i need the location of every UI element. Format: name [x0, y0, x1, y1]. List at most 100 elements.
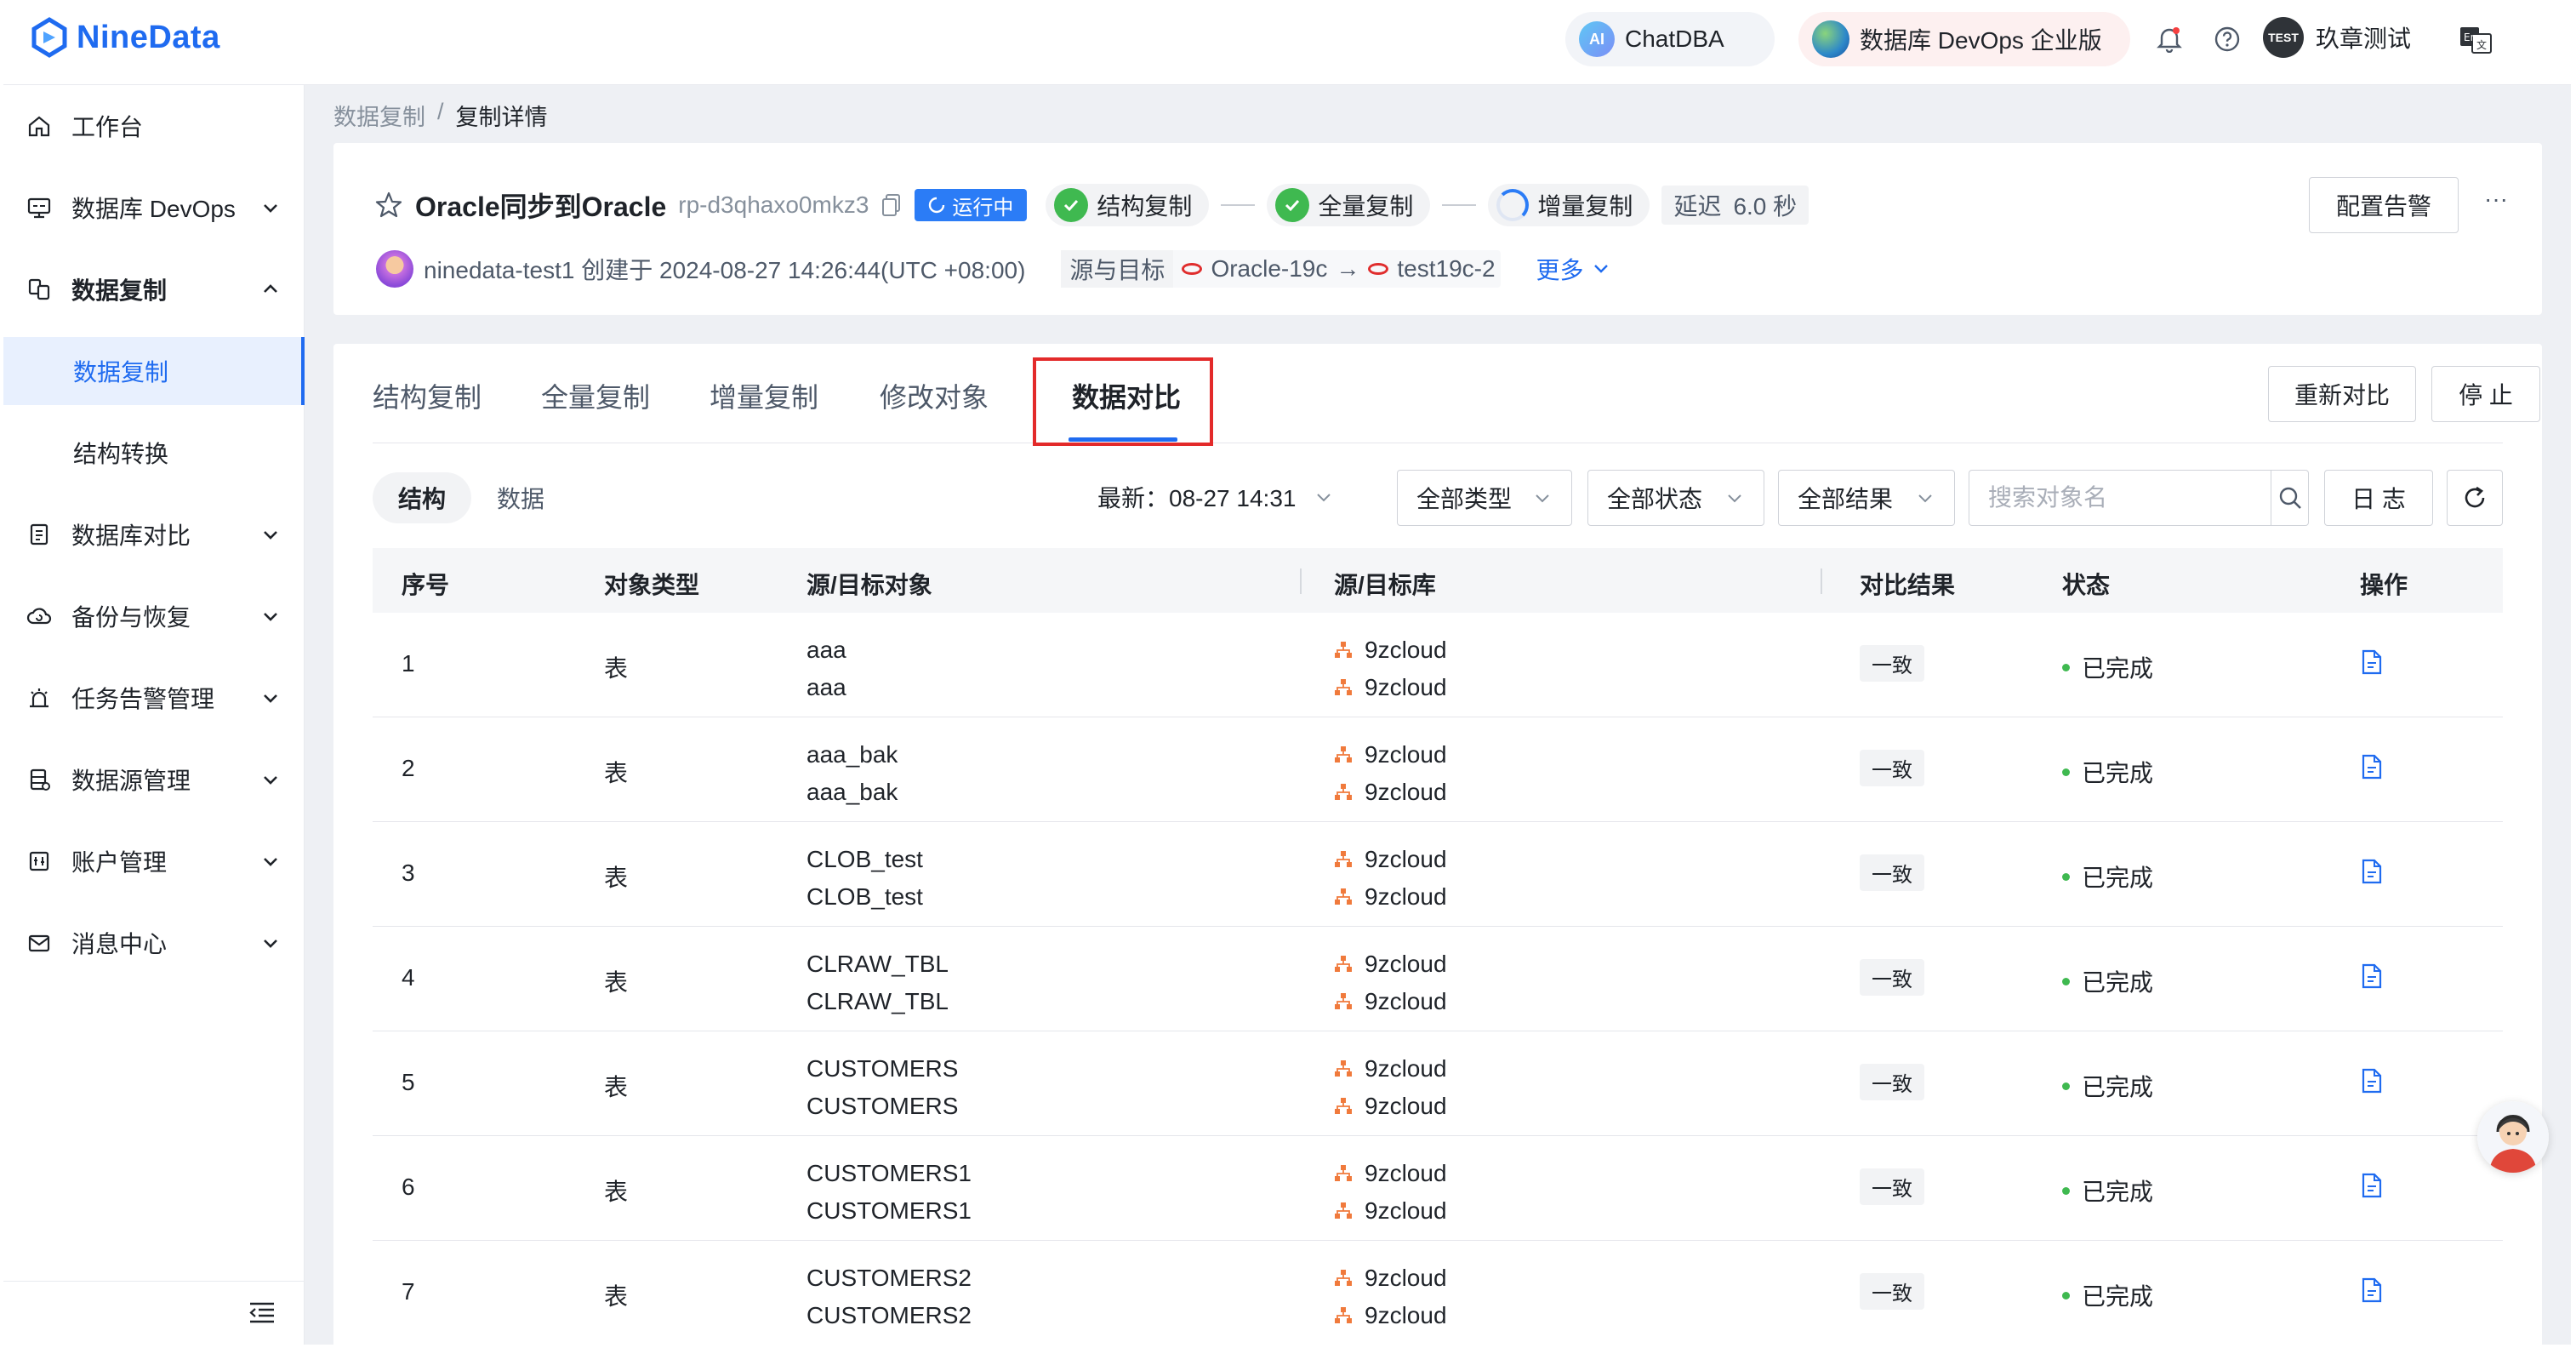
- logo[interactable]: NineData: [29, 17, 220, 58]
- creator-info: ninedata-test1 创建于 2024-08-27 14:26:44(U…: [424, 257, 1026, 283]
- avatar: [376, 250, 413, 288]
- target-object[interactable]: CUSTOMERS1: [806, 1192, 972, 1230]
- sidebar-subitem-schema-convert[interactable]: 结构转换: [3, 419, 305, 487]
- view-detail-icon[interactable]: [2360, 1172, 2384, 1199]
- sidebar-item-label: 数据复制: [71, 277, 168, 304]
- stop-button[interactable]: 停 止: [2431, 366, 2540, 422]
- table-row[interactable]: 7 表 CUSTOMERS2 CUSTOMERS2 9zcloud 9zclou…: [373, 1241, 2503, 1345]
- column-resizer[interactable]: [1300, 568, 1302, 594]
- table-row[interactable]: 6 表 CUSTOMERS1 CUSTOMERS1 9zcloud 9zclou…: [373, 1136, 2503, 1241]
- configure-alert-button[interactable]: 配置告警: [2309, 177, 2459, 233]
- database-node-icon: [1335, 784, 1352, 800]
- collapse-menu-icon[interactable]: [248, 1300, 276, 1324]
- compare-icon: [26, 521, 53, 548]
- source-object[interactable]: aaa: [806, 631, 846, 669]
- target-object[interactable]: aaa_bak: [806, 774, 898, 811]
- log-button[interactable]: 日 志: [2324, 470, 2433, 526]
- target-object[interactable]: CUSTOMERS2: [806, 1297, 972, 1334]
- segment-structure[interactable]: 结构: [373, 472, 472, 523]
- view-detail-icon[interactable]: [2360, 648, 2384, 676]
- sidebar-item-messages[interactable]: 消息中心: [3, 902, 305, 984]
- database-node-icon: [1335, 746, 1352, 763]
- tab-structure[interactable]: 结构复制: [373, 376, 482, 415]
- sidebar-item-label: 工作台: [71, 114, 144, 140]
- more-link[interactable]: 更多: [1536, 252, 1611, 286]
- task-meta-row: ninedata-test1 创建于 2024-08-27 14:26:44(U…: [376, 250, 1611, 288]
- table-row[interactable]: 4 表 CLRAW_TBL CLRAW_TBL 9zcloud 9zcloud …: [373, 927, 2503, 1031]
- source-object[interactable]: CUSTOMERS1: [806, 1155, 972, 1192]
- star-icon[interactable]: [374, 191, 403, 220]
- target-object[interactable]: CLRAW_TBL: [806, 983, 949, 1020]
- language-switch-icon[interactable]: En 文: [2459, 22, 2493, 56]
- check-icon: [1054, 188, 1089, 222]
- cell-seq: 4: [402, 964, 415, 991]
- segment-data[interactable]: 数据: [471, 472, 570, 523]
- devops-edition-button[interactable]: 数据库 DevOps 企业版: [1798, 12, 2130, 66]
- search-input[interactable]: [1969, 483, 2271, 512]
- sidebar-item-account[interactable]: 账户管理: [3, 820, 305, 902]
- refresh-button[interactable]: [2447, 470, 2503, 526]
- source-name[interactable]: Oracle-19c: [1211, 255, 1327, 283]
- target-name[interactable]: test19c-2: [1397, 255, 1495, 283]
- target-object[interactable]: aaa: [806, 669, 846, 706]
- sidebar-item-backup[interactable]: 备份与恢复: [3, 575, 305, 657]
- target-object[interactable]: CLOB_test: [806, 878, 923, 916]
- cell-database: 9zcloud 9zcloud: [1334, 1259, 1447, 1334]
- task-name: Oracle同步到Oracle: [415, 191, 667, 222]
- table-row[interactable]: 3 表 CLOB_test CLOB_test 9zcloud 9zcloud …: [373, 822, 2503, 927]
- source-object[interactable]: CUSTOMERS2: [806, 1259, 972, 1297]
- view-detail-icon[interactable]: [2360, 1277, 2384, 1304]
- column-resizer[interactable]: [1821, 568, 1822, 594]
- sidebar-item-replication[interactable]: 数据复制: [3, 248, 305, 330]
- sidebar-item-alarm[interactable]: 任务告警管理: [3, 657, 305, 739]
- target-object[interactable]: CUSTOMERS: [806, 1088, 958, 1125]
- view-detail-icon[interactable]: [2360, 1067, 2384, 1094]
- sidebar-footer: [3, 1281, 305, 1345]
- sidebar-item-workbench[interactable]: 工作台: [3, 85, 305, 167]
- status-text: 已完成: [2082, 1074, 2154, 1100]
- chevron-down-icon: [1728, 494, 1741, 503]
- more-options-icon[interactable]: ···: [2484, 186, 2508, 213]
- sidebar-item-devops[interactable]: 数据库 DevOps: [3, 167, 305, 248]
- table-row[interactable]: 2 表 aaa_bak aaa_bak 9zcloud 9zcloud 一致 已…: [373, 717, 2503, 822]
- source-object[interactable]: CLRAW_TBL: [806, 945, 949, 983]
- source-object[interactable]: aaa_bak: [806, 736, 898, 774]
- customer-service-button[interactable]: [2477, 1101, 2549, 1173]
- sidebar-item-datasource[interactable]: 数据源管理: [3, 739, 305, 820]
- status-text: 运行中: [952, 196, 1014, 220]
- view-detail-icon[interactable]: [2360, 858, 2384, 885]
- user-menu[interactable]: TEST 玖章测试: [2263, 17, 2411, 58]
- target-db-name: 9zcloud: [1365, 1093, 1447, 1119]
- type-filter-select[interactable]: 全部类型: [1397, 470, 1572, 526]
- view-detail-icon[interactable]: [2360, 962, 2384, 990]
- table-row[interactable]: 1 表 aaa aaa 9zcloud 9zcloud 一致 已完成: [373, 613, 2503, 717]
- source-db: 9zcloud: [1334, 1050, 1447, 1088]
- cell-action: [2360, 1067, 2384, 1100]
- sidebar-subitem-replication[interactable]: 数据复制: [3, 337, 305, 405]
- cell-object: CLRAW_TBL CLRAW_TBL: [806, 945, 949, 1020]
- tab-incremental[interactable]: 增量复制: [710, 376, 818, 415]
- view-detail-icon[interactable]: [2360, 753, 2384, 780]
- sidebar-item-db-compare[interactable]: 数据库对比: [3, 494, 305, 575]
- latest-time-select[interactable]: 最新：08-27 14:31: [1097, 480, 1335, 514]
- search-button[interactable]: [2271, 471, 2308, 525]
- cell-result: 一致: [1860, 1168, 1924, 1205]
- tab-modify-objects[interactable]: 修改对象: [880, 376, 989, 415]
- source-object[interactable]: CLOB_test: [806, 841, 923, 878]
- cell-database: 9zcloud 9zcloud: [1334, 841, 1447, 916]
- notification-bell-icon[interactable]: [2152, 22, 2186, 56]
- help-icon[interactable]: [2210, 22, 2244, 56]
- target-db: 9zcloud: [1334, 878, 1447, 916]
- cell-object: CUSTOMERS1 CUSTOMERS1: [806, 1155, 972, 1230]
- status-filter-select[interactable]: 全部状态: [1587, 470, 1764, 526]
- result-filter-select[interactable]: 全部结果: [1778, 470, 1955, 526]
- tab-full[interactable]: 全量复制: [541, 376, 650, 415]
- chatdba-button[interactable]: AI ChatDBA: [1565, 12, 1775, 66]
- table-row[interactable]: 5 表 CUSTOMERS CUSTOMERS 9zcloud 9zcloud …: [373, 1031, 2503, 1136]
- breadcrumb-parent[interactable]: 数据复制: [333, 99, 425, 132]
- source-object[interactable]: CUSTOMERS: [806, 1050, 958, 1088]
- recompare-button[interactable]: 重新对比: [2268, 366, 2416, 422]
- copy-icon[interactable]: [881, 192, 903, 218]
- cell-database: 9zcloud 9zcloud: [1334, 736, 1447, 811]
- breadcrumb: 数据复制 / 复制详情: [333, 99, 548, 132]
